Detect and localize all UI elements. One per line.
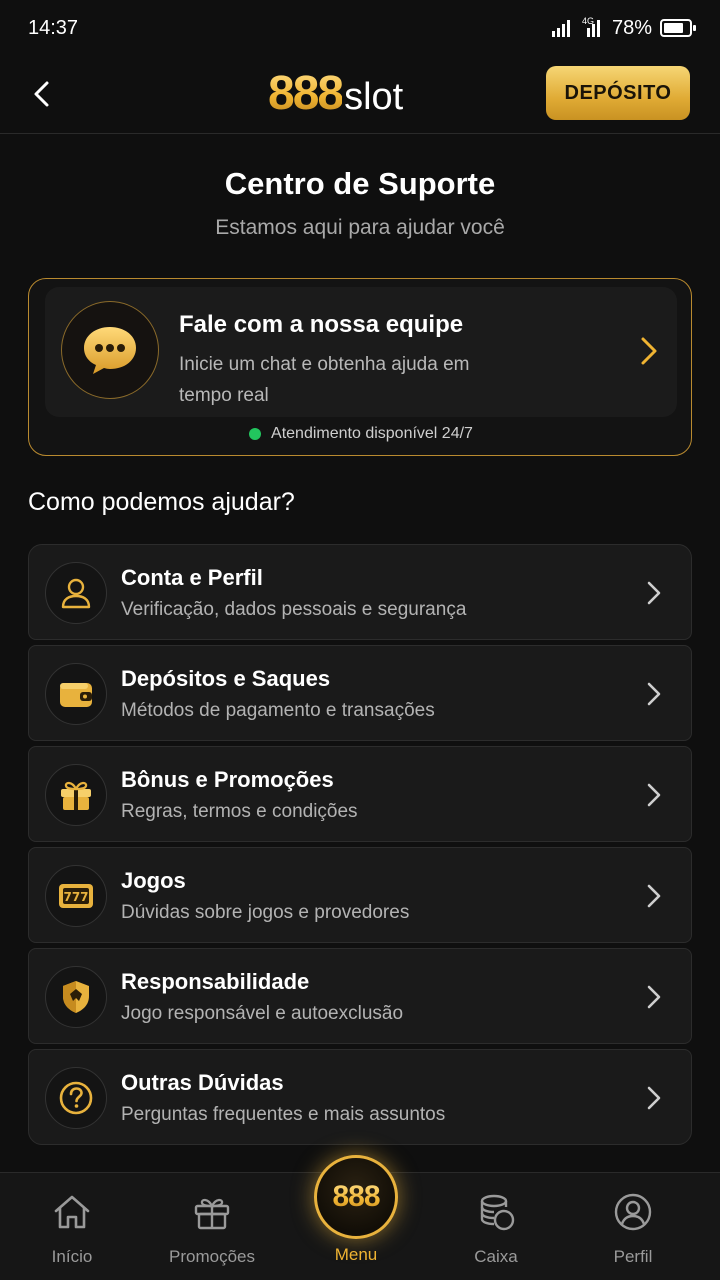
back-button[interactable] [22,74,62,114]
home-icon [52,1191,92,1233]
help-topics-list: Conta e Perfil Verificação, dados pessoa… [28,544,692,1150]
help-item-title: Responsabilidade [121,969,310,994]
availability-status: Atendimento disponível 24/7 [29,425,693,443]
help-item-deposits[interactable]: Depósitos e Saques Métodos de pagamento … [28,645,692,741]
status-indicators: 4G 78% [551,16,696,40]
live-chat-card: Fale com a nossa equipe Inicie um chat e… [28,278,692,456]
nav-item-menu[interactable]: 888 [314,1155,398,1239]
chevron-right-icon [647,783,661,807]
status-bar: 14:37 4G 78% [0,0,720,56]
gift-icon [192,1191,232,1233]
bottom-navigation: Início Promoções 888 Menu Caixa Perfil [0,1155,720,1280]
nav-item-home[interactable]: Início [12,1173,132,1280]
nav-label: Caixa [474,1247,518,1266]
chevron-right-icon [647,985,661,1009]
help-item-title: Bônus e Promoções [121,767,334,792]
profile-icon [613,1191,653,1233]
logo-number: 888 [268,67,344,120]
signal-icon [551,20,570,37]
coins-icon [476,1191,516,1233]
online-dot-icon [249,428,262,440]
network-type: 4G [581,16,594,26]
chat-description: Inicie um chat e obtenha ajuda em tempo … [179,354,470,406]
nav-label: Início [51,1247,93,1266]
gift-icon [45,764,107,826]
help-item-description: Verificação, dados pessoais e segurança [121,599,467,620]
brand-logo: 888 slot [268,66,403,122]
help-item-description: Regras, termos e condições [121,801,358,822]
logo-text: slot [344,76,404,118]
help-item-games[interactable]: 777 Jogos Dúvidas sobre jogos e provedor… [28,847,692,943]
888-logo-icon: 888 [332,1180,380,1213]
help-item-description: Métodos de pagamento e transações [121,700,435,721]
question-icon [45,1067,107,1129]
user-icon [45,562,107,624]
chevron-right-icon [647,682,661,706]
nav-item-profile[interactable]: Perfil [573,1173,693,1280]
chevron-right-icon [647,1086,661,1110]
chevron-right-icon [647,581,661,605]
chevron-right-icon [647,884,661,908]
app-header: 888 slot DEPÓSITO [0,56,720,134]
live-chat-button[interactable]: Fale com a nossa equipe Inicie um chat e… [45,287,677,417]
battery-percent: 78% [611,16,652,39]
shield-icon [45,966,107,1028]
help-item-title: Conta e Perfil [121,565,263,590]
svg-text:777: 777 [63,890,88,904]
help-item-bonus[interactable]: Bônus e Promoções Regras, termos e condi… [28,746,692,842]
help-item-title: Depósitos e Saques [121,666,331,691]
nav-label: Promoções [169,1247,255,1266]
help-item-description: Perguntas frequentes e mais assuntos [121,1104,446,1125]
nav-item-cashier[interactable]: Caixa [436,1173,556,1280]
battery-icon [660,19,696,37]
wallet-icon [45,663,107,725]
chevron-left-icon [34,81,49,107]
help-item-account[interactable]: Conta e Perfil Verificação, dados pessoa… [28,544,692,640]
help-item-description: Dúvidas sobre jogos e provedores [121,902,410,923]
help-item-description: Jogo responsável e autoexclusão [121,1003,404,1024]
page-title: Centro de Suporte [224,166,496,201]
availability-text: Atendimento disponível 24/7 [271,425,473,442]
deposit-button[interactable]: DEPÓSITO [546,66,690,120]
network-4g-icon: 4G [581,16,604,37]
help-section-title: Como podemos ajudar? [28,488,295,516]
chat-bubble-icon [61,301,159,399]
nav-label: Perfil [613,1247,653,1266]
status-time: 14:37 [28,16,79,39]
chat-title: Fale com a nossa equipe [179,311,464,338]
nav-label-active: Menu [334,1245,378,1264]
chevron-right-icon [641,337,657,365]
help-item-other[interactable]: Outras Dúvidas Perguntas frequentes e ma… [28,1049,692,1145]
page-subtitle: Estamos aqui para ajudar você [215,216,505,239]
nav-item-promotions[interactable]: Promoções [152,1173,272,1280]
help-item-title: Jogos [121,868,186,893]
help-item-responsibility[interactable]: Responsabilidade Jogo responsável e auto… [28,948,692,1044]
slot-machine-icon: 777 [45,865,107,927]
help-item-title: Outras Dúvidas [121,1070,284,1095]
